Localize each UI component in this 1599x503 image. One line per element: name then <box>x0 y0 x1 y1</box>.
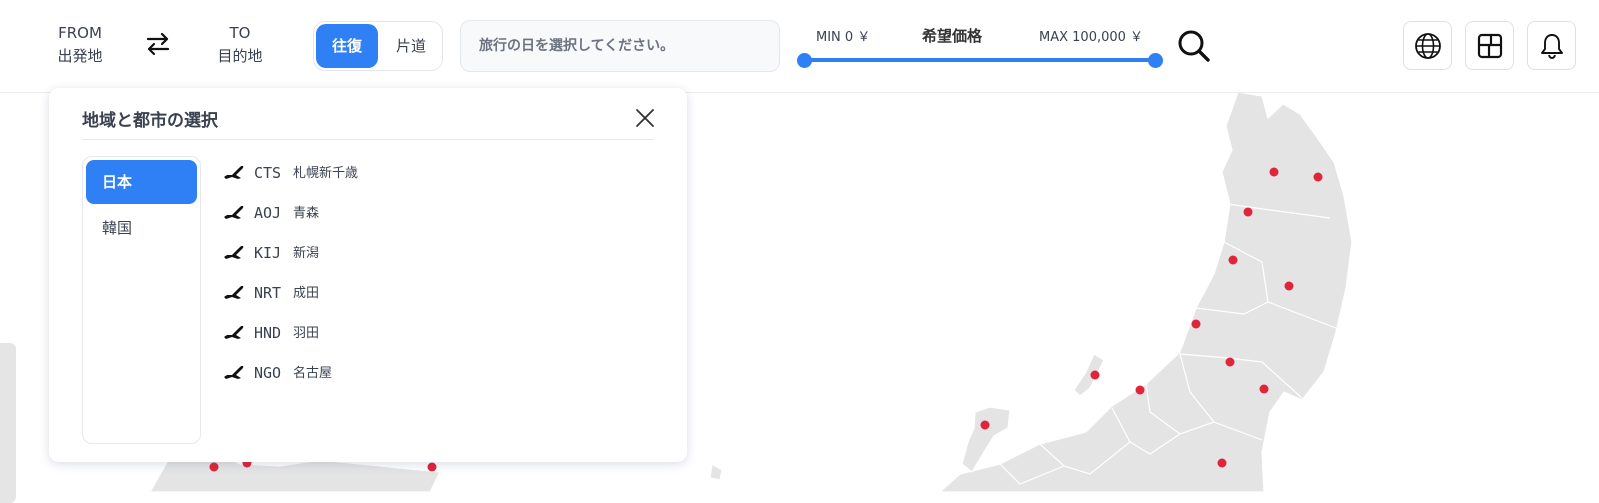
price-slider-track[interactable] <box>804 58 1156 62</box>
panel-title: 地域と都市の選択 <box>82 111 218 131</box>
map-city-dot <box>1090 370 1100 380</box>
travel-date-input[interactable]: 旅行の日を選択してください。 <box>460 20 780 72</box>
round-trip-option[interactable]: 往復 <box>316 24 378 68</box>
price-min-label: MIN 0 ￥ <box>816 30 871 45</box>
airplane-takeoff-icon <box>224 325 244 339</box>
layout-icon <box>1477 33 1503 59</box>
airport-city: 新潟 <box>293 246 320 261</box>
airport-city: 名古屋 <box>293 366 333 381</box>
map-city-dot <box>1191 319 1201 329</box>
to-label-ja: 目的地 <box>217 47 263 65</box>
search-icon[interactable] <box>1176 28 1212 64</box>
from-label-en: FROM <box>58 24 102 42</box>
airport-city: 青森 <box>293 206 320 221</box>
region-list: 日本 韓国 <box>82 156 201 444</box>
airport-city: 札幌新千歳 <box>293 166 359 181</box>
airplane-takeoff-icon <box>224 365 244 379</box>
price-range-title: 希望価格 <box>922 27 983 45</box>
airplane-takeoff-icon <box>224 245 244 259</box>
map-city-dot <box>1135 385 1145 395</box>
airport-code: KIJ <box>254 244 282 262</box>
layout-button[interactable] <box>1465 21 1514 70</box>
airport-code: NRT <box>254 284 282 302</box>
notifications-button[interactable] <box>1527 21 1576 70</box>
airport-code: HND <box>254 324 282 342</box>
price-min-handle[interactable] <box>797 53 812 68</box>
region-item-korea[interactable]: 韓国 <box>86 206 197 250</box>
to-selector[interactable]: TO 目的地 <box>210 22 270 68</box>
airport-city: 羽田 <box>293 326 320 341</box>
airport-code: CTS <box>254 164 282 182</box>
globe-icon <box>1415 33 1441 59</box>
one-way-option[interactable]: 片道 <box>380 24 442 68</box>
price-max-label: MAX 100,000 ￥ <box>1039 30 1144 45</box>
airport-city: 成田 <box>293 286 320 301</box>
divider <box>82 139 654 140</box>
trip-type-toggle: 往復 片道 <box>313 21 443 71</box>
map-city-dot <box>427 462 437 472</box>
from-label-ja: 出発地 <box>57 47 103 65</box>
top-search-bar: FROM 出発地 TO 目的地 往復 片道 旅行の日を選択してください。 MIN… <box>0 0 1599 93</box>
bell-icon <box>1541 34 1563 59</box>
map-city-dot <box>1225 357 1235 367</box>
airplane-takeoff-icon <box>224 285 244 299</box>
airplane-takeoff-icon <box>224 165 244 179</box>
map-city-dot <box>1269 167 1279 177</box>
airport-code: AOJ <box>254 204 282 222</box>
swap-arrows-icon[interactable] <box>144 30 172 58</box>
language-button[interactable] <box>1403 21 1452 70</box>
to-label-en: TO <box>229 24 251 42</box>
map-city-dot <box>1228 255 1238 265</box>
close-icon[interactable] <box>633 106 657 130</box>
from-selector[interactable]: FROM 出発地 <box>50 22 110 68</box>
map-city-dot <box>1313 172 1323 182</box>
airport-code: NGO <box>254 364 282 382</box>
map-city-dot <box>980 420 990 430</box>
map-city-dot <box>1259 384 1269 394</box>
side-drawer-handle[interactable] <box>0 343 16 503</box>
map-city-dot <box>209 462 219 472</box>
map-city-dot <box>1284 281 1294 291</box>
region-city-panel: 地域と都市の選択 日本 韓国 CTS 札幌新千歳 AOJ 青森 KIJ 新潟 N… <box>49 88 687 462</box>
map-city-dot <box>1217 458 1227 468</box>
price-max-handle[interactable] <box>1148 53 1163 68</box>
map-city-dot <box>1243 207 1253 217</box>
map-region <box>709 463 723 481</box>
region-item-japan[interactable]: 日本 <box>86 160 197 204</box>
airplane-takeoff-icon <box>224 205 244 219</box>
